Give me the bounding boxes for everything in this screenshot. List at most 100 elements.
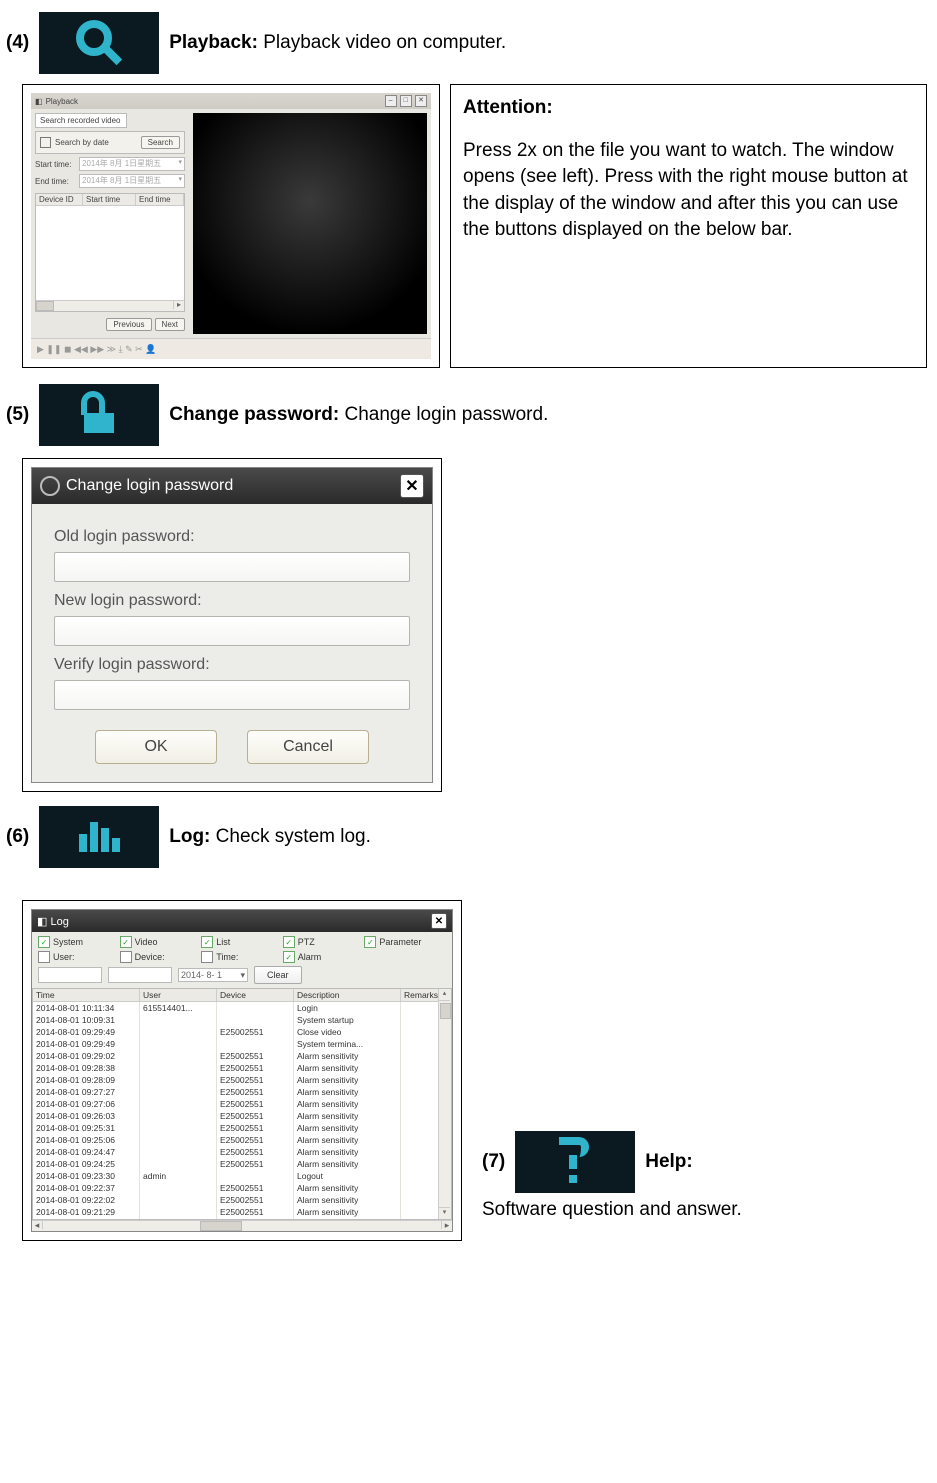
user-filter-input[interactable] [38,967,102,983]
verify-password-label: Verify login password: [54,656,410,674]
lock-icon [39,384,159,446]
log-close-button[interactable]: ✕ [431,913,447,929]
video-panel[interactable] [193,113,427,334]
search-by-date-checkbox[interactable] [40,137,51,148]
user-checkbox[interactable]: ✓ [38,951,50,963]
ptz-checkbox[interactable]: ✓ [283,936,295,948]
cancel-button[interactable]: Cancel [247,730,369,764]
old-password-input[interactable] [54,552,410,582]
col-user: User [140,989,217,1001]
attention-box: Attention: Press 2x on the file you want… [450,84,927,368]
section-4-number: (4) [6,32,29,54]
section-4-desc: Playback video on computer. [263,32,506,53]
old-password-label: Old login password: [54,528,410,546]
cp-window-title: Change login password [66,477,233,495]
section-5-number: (5) [6,404,29,426]
new-password-input[interactable] [54,616,410,646]
log-row[interactable]: 2014-08-01 10:11:34615514401...Login [33,1002,451,1014]
log-table[interactable]: Time User Device Description Remarks 201… [32,988,452,1220]
log-row[interactable]: 2014-08-01 09:29:49System termina... [33,1038,451,1050]
system-checkbox[interactable]: ✓ [38,936,50,948]
alarm-checkbox[interactable]: ✓ [283,951,295,963]
section-5-desc: Change login password. [345,404,549,425]
clear-button[interactable]: Clear [254,966,302,984]
end-time-field[interactable]: 2014年 8月 1日星期五 [79,174,185,188]
search-tab[interactable]: Search recorded video [35,113,127,128]
section-6-header: (6) Log: Check system log. [6,806,927,868]
user-label: User: [53,952,75,962]
section-6-number: (6) [6,826,29,848]
col-time: Time [33,989,140,1001]
device-label: Device: [135,952,165,962]
section-7-header: (7) Help: [482,1131,742,1193]
device-filter-input[interactable] [108,967,172,983]
attention-heading: Attention: [463,95,914,122]
list-checkbox[interactable]: ✓ [201,936,213,948]
section-7-title: Help: [645,1151,693,1173]
col-description: Description [294,989,401,1001]
log-app-icon: ◧ [37,916,47,928]
date-filter-input[interactable]: 2014- 8- 1▾ [178,968,248,982]
close-button[interactable]: ✕ [415,95,427,107]
log-row[interactable]: 2014-08-01 09:29:02E25002551Alarm sensit… [33,1050,451,1062]
log-window-title: Log [50,916,68,928]
playback-screenshot: ◧ Playback – □ ✕ Search recorded video S… [22,84,440,368]
cp-close-button[interactable]: ✕ [400,474,424,498]
magnify-icon [39,12,159,74]
device-checkbox[interactable]: ✓ [120,951,132,963]
log-v-scrollbar[interactable]: ▴▾ [438,989,451,1219]
playback-app-icon: ◧ [35,97,43,106]
next-button[interactable]: Next [155,318,185,331]
prev-button[interactable]: Previous [106,318,151,331]
col-start-time: Start time [83,194,136,205]
log-row[interactable]: 2014-08-01 09:27:27E25002551Alarm sensit… [33,1086,451,1098]
time-label: Time: [216,952,238,962]
section-7-desc: Software question and answer. [482,1199,742,1221]
log-row[interactable]: 2014-08-01 09:25:31E25002551Alarm sensit… [33,1122,451,1134]
log-row[interactable]: 2014-08-01 09:22:37E25002551Alarm sensit… [33,1182,451,1194]
ok-button[interactable]: OK [95,730,217,764]
log-row[interactable]: 2014-08-01 09:28:09E25002551Alarm sensit… [33,1074,451,1086]
log-screenshot: ◧ Log ✕ ✓System ✓Video ✓List ✓PTZ ✓Param… [22,900,462,1241]
log-row[interactable]: 2014-08-01 09:23:30adminLogout [33,1170,451,1182]
ptz-label: PTZ [298,937,315,947]
col-end-time: End time [136,194,184,205]
parameter-checkbox[interactable]: ✓ [364,936,376,948]
attention-body: Press 2x on the file you want to watch. … [463,138,914,244]
search-by-date-label: Search by date [55,138,109,147]
results-grid[interactable]: Device ID Start time End time ▸ [35,193,185,312]
end-time-label: End time: [35,177,75,186]
log-row[interactable]: 2014-08-01 09:25:06E25002551Alarm sensit… [33,1134,451,1146]
new-password-label: New login password: [54,592,410,610]
verify-password-input[interactable] [54,680,410,710]
log-row[interactable]: 2014-08-01 09:29:49E25002551Close video [33,1026,451,1038]
log-row[interactable]: 2014-08-01 09:24:47E25002551Alarm sensit… [33,1146,451,1158]
log-icon [39,806,159,868]
gear-icon [40,476,60,496]
log-h-scrollbar[interactable]: ◂▸ [32,1220,452,1231]
system-label: System [53,937,83,947]
section-7-number: (7) [482,1151,505,1173]
log-row[interactable]: 2014-08-01 09:22:02E25002551Alarm sensit… [33,1194,451,1206]
question-icon [515,1131,635,1193]
alarm-label: Alarm [298,952,322,962]
log-row[interactable]: 2014-08-01 09:24:25E25002551Alarm sensit… [33,1158,451,1170]
playback-controls[interactable]: ▶ ❚❚ ◼ ◀◀ ▶▶ ≫ ⤓ ✎ ✂ 👤 [37,344,156,355]
log-row[interactable]: 2014-08-01 09:26:03E25002551Alarm sensit… [33,1110,451,1122]
log-row[interactable]: 2014-08-01 09:27:06E25002551Alarm sensit… [33,1098,451,1110]
list-label: List [216,937,230,947]
section-6-desc: Check system log. [216,826,371,847]
log-row[interactable]: 2014-08-01 10:09:31System startup [33,1014,451,1026]
minimize-button[interactable]: – [385,95,397,107]
maximize-button[interactable]: □ [400,95,412,107]
start-time-field[interactable]: 2014年 8月 1日星期五 [79,157,185,171]
video-checkbox[interactable]: ✓ [120,936,132,948]
log-row[interactable]: 2014-08-01 09:21:29E25002551Alarm sensit… [33,1206,451,1218]
section-4-title: Playback: [169,32,258,53]
grid-h-scrollbar[interactable]: ▸ [36,300,184,311]
start-time-label: Start time: [35,160,75,169]
section-4-header: (4) Playback: Playback video on computer… [6,12,927,74]
search-button[interactable]: Search [141,136,180,149]
time-checkbox[interactable]: ✓ [201,951,213,963]
log-row[interactable]: 2014-08-01 09:28:38E25002551Alarm sensit… [33,1062,451,1074]
